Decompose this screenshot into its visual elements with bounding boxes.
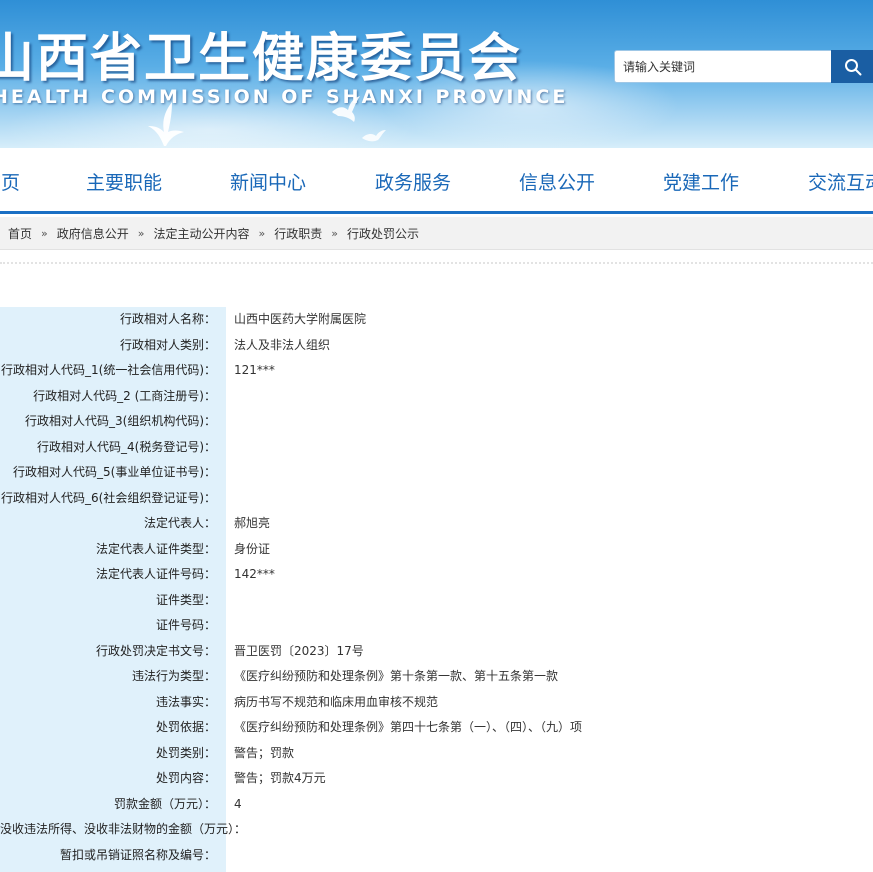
table-row: 行政处罚决定书文号： 晋卫医罚〔2023〕17号 (0, 638, 873, 664)
table-row: 证件类型： (0, 587, 873, 613)
breadcrumb-separator: » (258, 226, 266, 240)
divider (0, 262, 873, 264)
breadcrumb-separator: » (331, 226, 338, 240)
field-label: 行政相对人代码_6(社会组织登记证号)： (0, 485, 226, 511)
field-label: 没收违法所得、没收非法财物的金额（万元）： (0, 817, 246, 843)
field-value: 晋卫医罚〔2023〕17号 (234, 643, 364, 658)
nav-item-news[interactable]: 新闻中心 (230, 168, 306, 195)
field-label: 处罚内容： (0, 766, 226, 792)
field-label: 违法事实： (0, 689, 226, 715)
nav-item-services[interactable]: 政务服务 (375, 168, 451, 195)
field-value: 山西中医药大学附属医院 (234, 312, 367, 326)
field-value: 《医疗纠纷预防和处理条例》第十条第一款、第十五条第一款 (234, 669, 559, 683)
field-label: 行政相对人类别： (0, 332, 226, 358)
field-label: 行政相对人代码_5(事业单位证书号)： (0, 460, 226, 486)
table-row: 没收违法所得、没收非法财物的金额（万元）： (0, 817, 873, 843)
field-label: 行政相对人代码_4(税务登记号)： (0, 434, 226, 460)
site-title: 山西省卫生健康委员会 (0, 28, 523, 89)
breadcrumb-home[interactable]: 首页 (8, 225, 32, 242)
main-nav: 首页 主要职能 新闻中心 政务服务 信息公开 党建工作 交流互动 (0, 148, 873, 214)
table-row: 行政相对人代码_5(事业单位证书号)： (0, 460, 873, 486)
header-banner: 山西省卫生健康委员会 HEALTH COMMISSION OF SHANXI P… (0, 0, 873, 148)
table-row: 行政相对人代码_4(税务登记号)： (0, 434, 873, 460)
field-label: 行政相对人代码_3(组织机构代码)： (0, 409, 226, 435)
table-row: 证件号码： (0, 613, 873, 639)
nav-item-interaction[interactable]: 交流互动 (808, 168, 873, 195)
nav-item-party-building[interactable]: 党建工作 (663, 168, 739, 195)
nav-item-functions[interactable]: 主要职能 (86, 168, 162, 195)
penalty-info-table: 行政相对人名称： 山西中医药大学附属医院 行政相对人类别： 法人及非法人组织 行政相对人… (0, 307, 873, 868)
search-box (614, 50, 873, 83)
table-row: 法定代表人证件号码： 142*** (0, 562, 873, 588)
field-label: 证件号码： (0, 613, 226, 639)
field-value: 《医疗纠纷预防和处理条例》第四十七条第（一）、（四）、（九）项 (234, 720, 583, 734)
field-value: 身份证 (234, 541, 271, 556)
field-label: 行政相对人代码_2 (工商注册号)： (0, 383, 226, 409)
field-value: 郝旭亮 (234, 516, 271, 530)
table-row: 暂扣或吊销证照名称及编号： (0, 842, 873, 868)
field-label: 处罚类别： (0, 740, 226, 766)
field-label: 暂扣或吊销证照名称及编号： (0, 842, 226, 868)
dove-icon (142, 100, 188, 148)
field-value: 病历书写不规范和临床用血审核不规范 (234, 694, 439, 709)
field-label: 行政相对人名称： (0, 307, 226, 333)
field-value: 142*** (234, 567, 275, 581)
field-label: 证件类型： (0, 587, 226, 613)
field-label: 法定代表人： (0, 511, 226, 537)
field-label: 法定代表人证件号码： (0, 562, 226, 588)
breadcrumb-admin-duties[interactable]: 行政职责 (274, 225, 322, 242)
table-row: 处罚内容： 警告；罚款4万元 (0, 766, 873, 792)
dove-icon (328, 94, 362, 124)
field-label: 行政处罚决定书文号： (0, 638, 226, 664)
field-label: 行政相对人代码_1(统一社会信用代码)： (0, 358, 226, 384)
table-row: 行政相对人代码_2 (工商注册号)： (0, 383, 873, 409)
field-value: 4 (234, 796, 242, 811)
dove-icon (360, 128, 388, 144)
breadcrumb-separator: » (41, 226, 48, 240)
breadcrumb: 首页 » 政府信息公开 » 法定主动公开内容 » 行政职责 » 行政处罚公示 (0, 217, 873, 250)
nav-item-home[interactable]: 首页 (0, 168, 20, 195)
table-row: 违法事实： 病历书写不规范和临床用血审核不规范 (0, 689, 873, 715)
field-value: 法人及非法人组织 (234, 337, 331, 352)
search-input[interactable] (623, 51, 828, 82)
search-icon (844, 58, 861, 75)
table-row: 违法行为类型： 《医疗纠纷预防和处理条例》第十条第一款、第十五条第一款 (0, 664, 873, 690)
table-row: 处罚依据： 《医疗纠纷预防和处理条例》第四十七条第（一）、（四）、（九）项 (0, 715, 873, 741)
table-row: 行政相对人代码_3(组织机构代码)： (0, 409, 873, 435)
search-button[interactable] (831, 50, 873, 83)
field-value: 警告；罚款 (234, 745, 295, 760)
table-row: 法定代表人： 郝旭亮 (0, 511, 873, 537)
field-value: 警告；罚款4万元 (234, 771, 326, 785)
breadcrumb-separator: » (137, 226, 145, 240)
breadcrumb-statutory-content[interactable]: 法定主动公开内容 (154, 225, 250, 242)
table-row: 行政相对人名称： 山西中医药大学附属医院 (0, 307, 873, 333)
table-row: 行政相对人类别： 法人及非法人组织 (0, 332, 873, 358)
breadcrumb-penalty-notice[interactable]: 行政处罚公示 (347, 225, 419, 242)
field-label: 违法行为类型： (0, 664, 226, 690)
field-label: 处罚依据： (0, 715, 226, 741)
breadcrumb-gov-info[interactable]: 政府信息公开 (57, 225, 129, 242)
table-row: 行政相对人代码_1(统一社会信用代码)： 121*** (0, 358, 873, 384)
site-subtitle: HEALTH COMMISSION OF SHANXI PROVINCE (0, 86, 569, 108)
table-row: 处罚类别： 警告；罚款 (0, 740, 873, 766)
table-row: 法定代表人证件类型： 身份证 (0, 536, 873, 562)
field-label: 罚款金额（万元）： (0, 791, 226, 817)
table-row: 行政相对人代码_6(社会组织登记证号)： (0, 485, 873, 511)
field-value: 121*** (234, 363, 275, 377)
table-row: 罚款金额（万元）： 4 (0, 791, 873, 817)
field-label: 法定代表人证件类型： (0, 536, 226, 562)
nav-item-info-disclosure[interactable]: 信息公开 (519, 168, 595, 195)
